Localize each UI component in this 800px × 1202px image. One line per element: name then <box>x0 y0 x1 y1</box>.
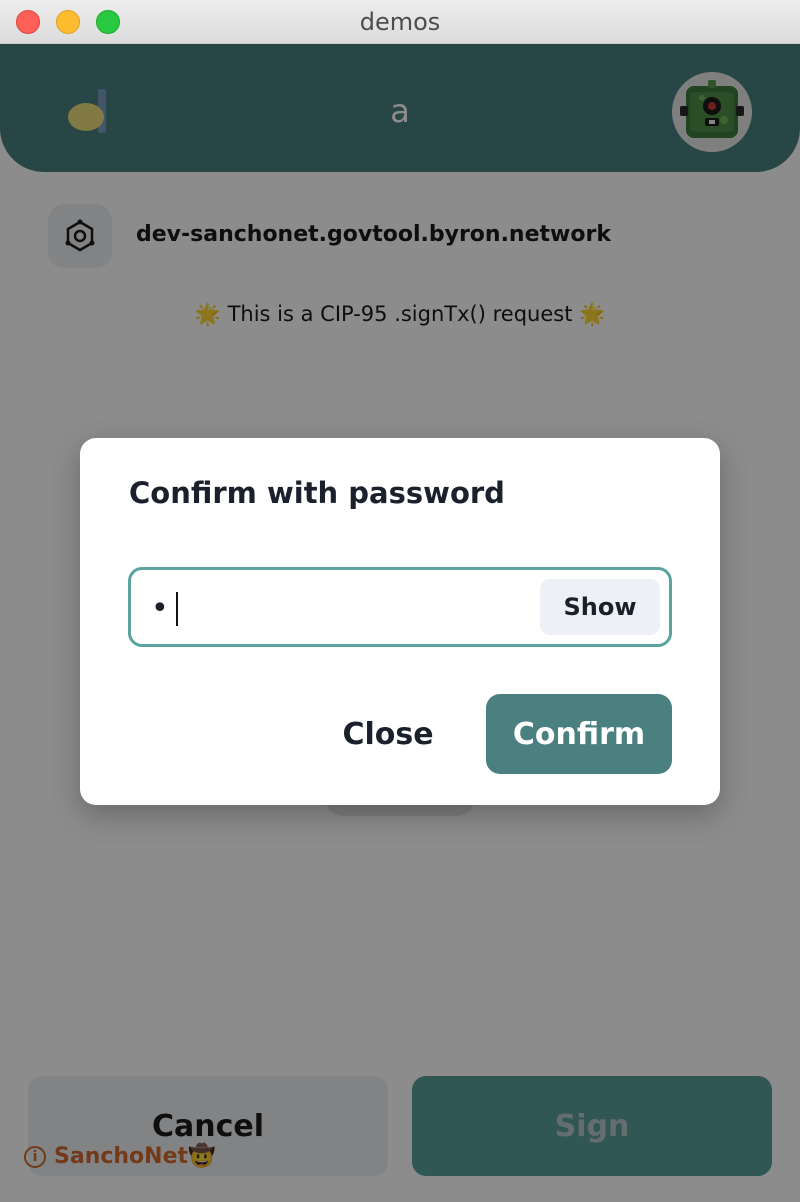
window-titlebar: demos <box>0 0 800 44</box>
close-button[interactable]: Close <box>328 694 448 774</box>
show-password-button[interactable]: Show <box>540 579 660 635</box>
confirm-button[interactable]: Confirm <box>486 694 672 774</box>
dialog-title: Confirm with password <box>129 476 505 510</box>
password-input[interactable] <box>149 580 533 636</box>
window-title: demos <box>359 8 441 36</box>
password-dialog: Confirm with password Show Close Confirm <box>80 438 720 805</box>
password-field-wrapper: Show <box>128 567 672 647</box>
text-cursor <box>176 592 178 626</box>
